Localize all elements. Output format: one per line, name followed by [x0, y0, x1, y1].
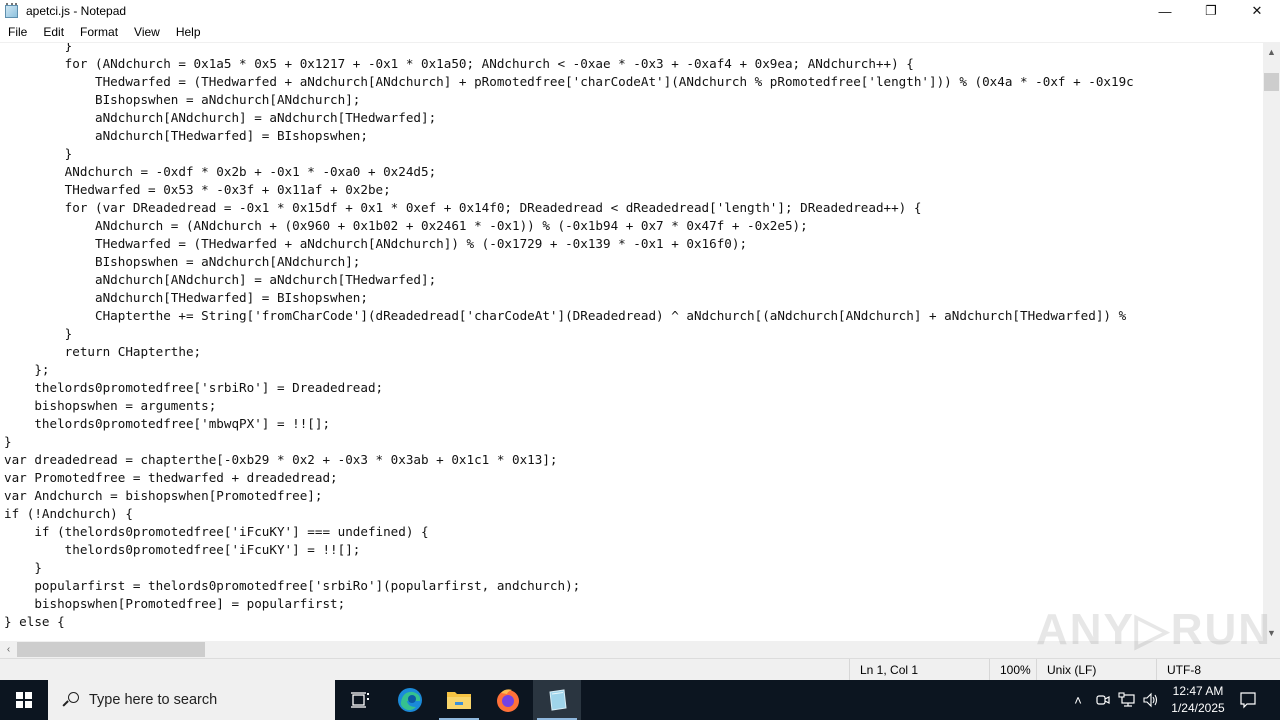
text-editor-area[interactable]: } for (ANdchurch = 0x1a5 * 0x5 + 0x1217 …	[0, 43, 1263, 641]
code-line: ANdchurch = -0xdf * 0x2b + -0x1 * -0xa0 …	[4, 164, 437, 179]
search-icon	[62, 691, 80, 709]
volume-button[interactable]	[1140, 680, 1162, 720]
vertical-scroll-thumb[interactable]	[1264, 73, 1279, 91]
code-line: aNdchurch[ANdchurch] = aNdchurch[THedwar…	[4, 272, 437, 287]
code-line: THedwarfed = (THedwarfed + aNdchurch[ANd…	[4, 74, 1134, 89]
search-placeholder: Type here to search	[89, 692, 218, 708]
notepad-window: apetci.js - Notepad — ❐ ✕ File Edit Form…	[0, 0, 1280, 681]
code-line: for (var DReadedread = -0x1 * 0x15df + 0…	[4, 200, 922, 215]
title-bar: apetci.js - Notepad — ❐ ✕	[0, 0, 1280, 22]
start-button[interactable]	[0, 680, 48, 720]
horizontal-scroll-thumb[interactable]	[17, 642, 205, 657]
clock-time: 12:47 AM	[1172, 684, 1224, 698]
code-line: thelords0promotedfree['srbiRo'] = Dreade…	[4, 380, 384, 395]
menu-view[interactable]: View	[126, 25, 168, 39]
code-line: thelords0promotedfree['mbwqPX'] = !![];	[4, 416, 331, 431]
edge-button[interactable]	[386, 680, 434, 720]
code-line: }	[4, 560, 42, 575]
notepad-icon	[549, 689, 567, 711]
code-text: } for (ANdchurch = 0x1a5 * 0x5 + 0x1217 …	[4, 43, 1134, 631]
firefox-icon	[497, 689, 519, 712]
code-line: var dreadedread = chapterthe[-0xb29 * 0x…	[4, 452, 558, 467]
code-line: THedwarfed = 0x53 * -0x3f + 0x11af + 0x2…	[4, 182, 391, 197]
code-line: } else {	[4, 614, 65, 629]
code-line: var Andchurch = bishopswhen[Promotedfree…	[4, 488, 323, 503]
notification-icon	[1240, 692, 1256, 709]
action-center-button[interactable]	[1236, 680, 1260, 720]
zoom-level: 100%	[989, 659, 1036, 681]
cursor-position: Ln 1, Col 1	[849, 659, 989, 681]
clock-date: 1/24/2025	[1171, 701, 1225, 715]
taskbar-search[interactable]: Type here to search	[48, 680, 335, 720]
task-view-icon	[351, 692, 369, 708]
window-title: apetci.js - Notepad	[26, 4, 127, 18]
chevron-up-icon: ˄	[1074, 692, 1082, 708]
task-view-button[interactable]	[336, 680, 384, 720]
status-bar: Ln 1, Col 1 100% Unix (LF) UTF-8	[0, 658, 1280, 681]
scroll-left-icon[interactable]: ‹	[0, 641, 17, 658]
code-line: }	[4, 146, 73, 161]
code-line: aNdchurch[THedwarfed] = BIshopswhen;	[4, 128, 368, 143]
code-line: return CHapterthe;	[4, 344, 202, 359]
code-line: popularfirst = thelords0promotedfree['sr…	[4, 578, 581, 593]
menu-edit[interactable]: Edit	[35, 25, 72, 39]
code-line: if (thelords0promotedfree['iFcuKY'] === …	[4, 524, 429, 539]
code-line: bishopswhen = arguments;	[4, 398, 217, 413]
code-line: if (!Andchurch) {	[4, 506, 133, 521]
code-line: }	[4, 434, 12, 449]
code-line: };	[4, 362, 50, 377]
camera-icon	[1096, 695, 1110, 705]
scroll-up-icon[interactable]: ▲	[1263, 43, 1280, 60]
code-line: }	[4, 43, 73, 53]
code-line: BIshopswhen = aNdchurch[ANdchurch];	[4, 92, 361, 107]
folder-icon	[447, 692, 471, 709]
code-line: for (ANdchurch = 0x1a5 * 0x5 + 0x1217 + …	[4, 56, 914, 71]
show-hidden-icons-button[interactable]: ˄	[1068, 680, 1088, 720]
meet-now-button[interactable]	[1093, 680, 1113, 720]
speaker-icon	[1143, 692, 1158, 708]
menu-file[interactable]: File	[0, 25, 35, 39]
code-line: ANdchurch = (ANdchurch + (0x960 + 0x1b02…	[4, 218, 808, 233]
menu-bar: File Edit Format View Help	[0, 22, 1280, 43]
edge-icon	[398, 688, 422, 712]
encoding: UTF-8	[1156, 659, 1280, 681]
code-line: THedwarfed = (THedwarfed + aNdchurch[ANd…	[4, 236, 748, 251]
code-line: aNdchurch[ANdchurch] = aNdchurch[THedwar…	[4, 110, 437, 125]
notepad-taskbar-button[interactable]	[533, 680, 581, 720]
code-line: }	[4, 326, 73, 341]
menu-help[interactable]: Help	[168, 25, 209, 39]
taskbar: Type here to search ˄ 12:47 AM 1/24/2025	[0, 680, 1280, 720]
firefox-button[interactable]	[484, 680, 532, 720]
close-button[interactable]: ✕	[1234, 0, 1280, 22]
code-line: aNdchurch[THedwarfed] = BIshopswhen;	[4, 290, 368, 305]
code-line: var Promotedfree = thedwarfed + dreadedr…	[4, 470, 338, 485]
menu-format[interactable]: Format	[72, 25, 126, 39]
network-icon	[1118, 692, 1135, 707]
line-ending: Unix (LF)	[1036, 659, 1156, 681]
vertical-scrollbar[interactable]: ▲ ▼	[1263, 43, 1280, 641]
notepad-app-icon	[4, 3, 20, 19]
code-line: thelords0promotedfree['iFcuKY'] = !![];	[4, 542, 361, 557]
code-line: bishopswhen[Promotedfree] = popularfirst…	[4, 596, 346, 611]
code-line: CHapterthe += String['fromCharCode'](dRe…	[4, 308, 1127, 323]
maximize-button[interactable]: ❐	[1188, 0, 1234, 22]
minimize-button[interactable]: —	[1142, 0, 1188, 22]
file-explorer-button[interactable]	[435, 680, 483, 720]
clock[interactable]: 12:47 AM 1/24/2025	[1162, 683, 1234, 717]
network-button[interactable]	[1116, 680, 1138, 720]
anyrun-watermark: ANY▷RUN	[1036, 605, 1273, 654]
code-line: BIshopswhen = aNdchurch[ANdchurch];	[4, 254, 361, 269]
windows-logo-icon	[16, 692, 32, 708]
